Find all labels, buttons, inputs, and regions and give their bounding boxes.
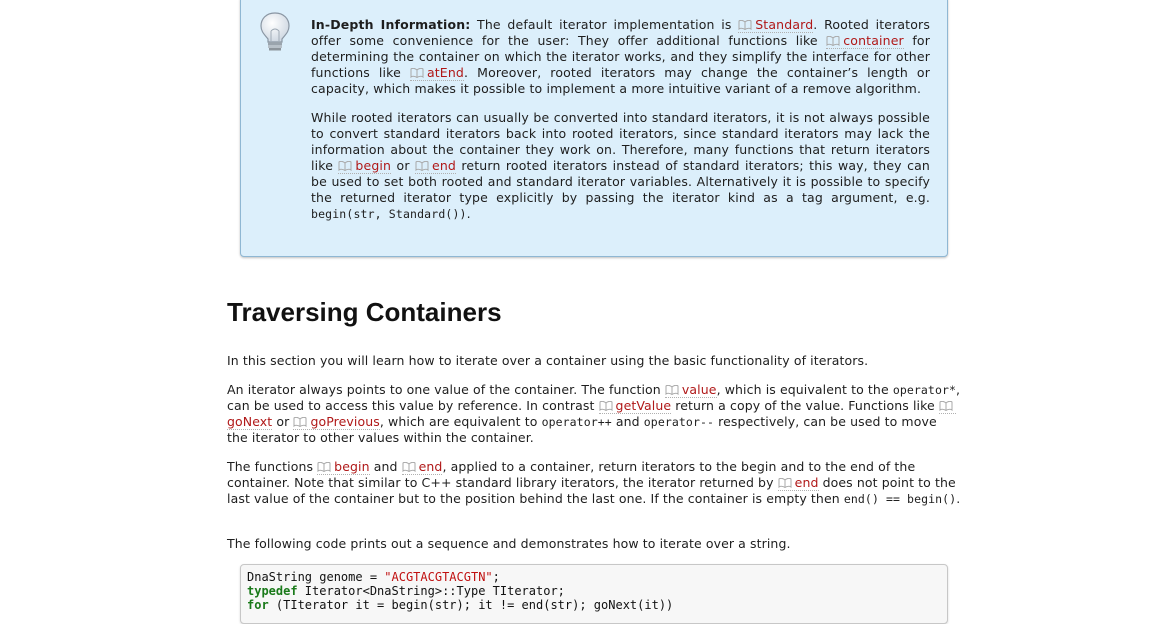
link-standard[interactable]: Standard: [738, 17, 814, 33]
text: and: [611, 414, 644, 429]
info-label: In-Depth Information:: [311, 17, 471, 32]
text: .: [956, 491, 961, 506]
link-getvalue[interactable]: getValue: [598, 398, 672, 414]
text: The following code prints out a sequence…: [227, 536, 791, 551]
text: The default iterator implementation is: [470, 17, 739, 32]
link-text: goPrevious: [310, 414, 380, 429]
paragraph-code-intro: The following code prints out a sequence…: [227, 536, 961, 552]
link-value[interactable]: value: [664, 382, 717, 398]
book-icon: [338, 161, 352, 171]
book-icon: [317, 462, 331, 472]
link-end-3[interactable]: end: [777, 475, 819, 491]
link-text: getValue: [615, 398, 672, 413]
link-text: end: [418, 459, 443, 474]
book-icon: [599, 401, 613, 411]
link-text: value: [681, 382, 717, 397]
paragraph-value: An iterator always points to one value o…: [227, 382, 961, 446]
code-keyword: typedef: [247, 584, 298, 598]
book-icon: [415, 161, 429, 171]
link-text: Standard: [755, 17, 814, 32]
book-icon: [778, 478, 792, 488]
inline-code: end() == begin(): [843, 492, 957, 506]
text: or: [391, 158, 416, 173]
link-end[interactable]: end: [415, 158, 457, 174]
code-token: Iterator<DnaString>::Type TIterator;: [297, 584, 565, 598]
link-begin[interactable]: begin: [338, 158, 392, 174]
code-token: ;: [492, 570, 500, 584]
book-icon: [293, 417, 307, 427]
info-box: In-Depth Information: The default iterat…: [240, 0, 948, 257]
inline-code: operator++: [541, 415, 612, 429]
text: An iterator always points to one value o…: [227, 382, 665, 397]
code-string: "ACGTACGTACGTN": [384, 570, 493, 584]
link-text: atEnd: [426, 65, 465, 80]
text: , which are equivalent to: [379, 414, 542, 429]
text: In this section you will learn how to it…: [227, 353, 869, 368]
book-icon: [738, 20, 752, 30]
book-icon: [939, 401, 953, 411]
text: .: [466, 206, 471, 221]
text: The functions: [227, 459, 318, 474]
inline-code: begin(str, Standard()): [311, 207, 467, 221]
info-paragraph-2: While rooted iterators can usually be co…: [311, 110, 930, 222]
paragraph-intro: In this section you will learn how to it…: [227, 353, 961, 369]
link-atend[interactable]: atEnd: [409, 65, 465, 81]
code-token: DnaString genome =: [247, 570, 385, 584]
link-begin-2[interactable]: begin: [317, 459, 370, 475]
link-text: end: [432, 158, 457, 173]
inline-code: operator*: [892, 383, 957, 397]
link-text: goNext: [227, 414, 273, 429]
link-end-2[interactable]: end: [401, 459, 443, 475]
book-icon: [402, 462, 416, 472]
lightbulb-icon: [260, 12, 290, 51]
inline-code: operator--: [643, 415, 715, 429]
text: , which is equivalent to the: [716, 382, 893, 397]
text: return a copy of the value. Functions li…: [671, 398, 939, 413]
link-text: container: [843, 33, 904, 48]
info-paragraph-1: In-Depth Information: The default iterat…: [311, 17, 930, 97]
paragraph-begin-end: The functions begin and end, applied to …: [227, 459, 961, 507]
link-container[interactable]: container: [826, 33, 904, 49]
link-text: end: [794, 475, 819, 490]
link-text: begin: [334, 459, 370, 474]
book-icon: [665, 385, 679, 395]
code-text: DnaString genome = "ACGTACGTACGTN"; type…: [247, 570, 673, 612]
code-block: DnaString genome = "ACGTACGTACGTN"; type…: [240, 564, 948, 624]
link-goprevious[interactable]: goPrevious: [293, 414, 380, 430]
link-text: begin: [355, 158, 392, 173]
book-icon: [410, 68, 424, 78]
book-icon: [826, 36, 840, 46]
text: or: [272, 414, 294, 429]
section-title: Traversing Containers: [227, 297, 502, 327]
text: and: [369, 459, 402, 474]
